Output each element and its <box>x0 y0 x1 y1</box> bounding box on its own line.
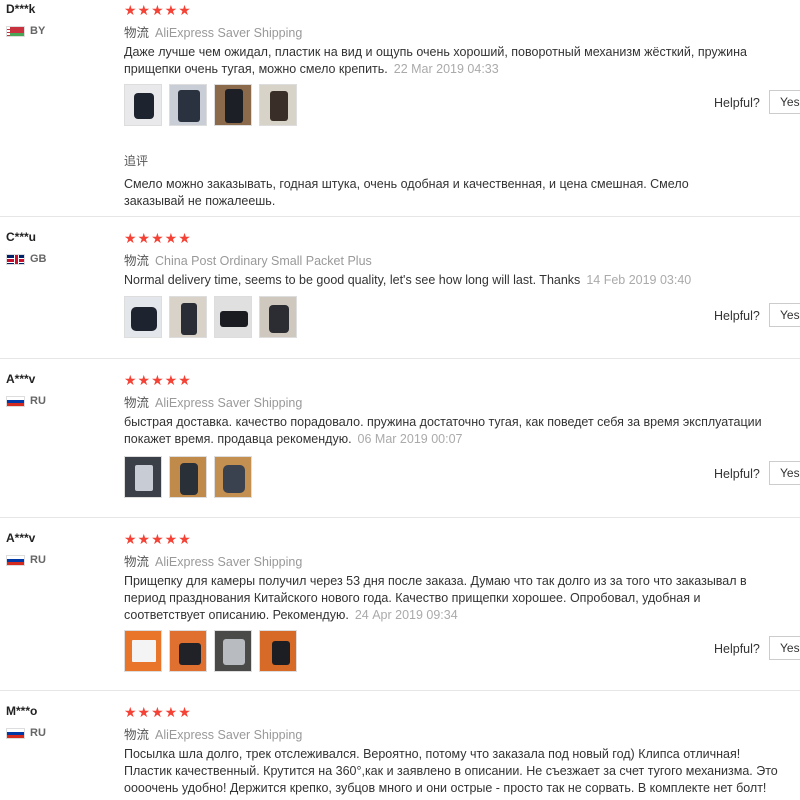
photo-thumbnails <box>124 84 297 126</box>
helpful-label: Helpful? <box>714 309 760 323</box>
helpful-label: Helpful? <box>714 96 760 110</box>
helpful-yes-button[interactable]: Yes <box>769 303 800 327</box>
review-date: 06 Mar 2019 00:07 <box>357 432 463 446</box>
shipping-info: 物流 AliExpress Saver Shipping <box>124 555 303 569</box>
review-text: Даже лучше чем ожидал, пластик на вид и … <box>124 45 748 76</box>
photo-thumbnail[interactable] <box>169 630 207 672</box>
rating-stars: ★★★★★ <box>124 704 192 720</box>
photo-thumbnail[interactable] <box>124 456 162 498</box>
photo-thumbnail[interactable] <box>259 630 297 672</box>
review-text: быстрая доставка. качество порадовало. п… <box>124 415 762 446</box>
photo-thumbnail[interactable] <box>169 296 207 338</box>
review-2: C***u GB ★★★★★ 物流 China Post Ordinary Sma… <box>0 217 800 358</box>
shipping-info: 物流 China Post Ordinary Small Packet Plus <box>124 254 372 268</box>
reviewer-name: M***o <box>6 704 38 718</box>
review-3: A***v RU ★★★★★ 物流 AliExpress Saver Shippi… <box>0 359 800 517</box>
flag-icon <box>6 395 25 407</box>
photo-thumbnails <box>124 630 297 672</box>
shipping-info: 物流 AliExpress Saver Shipping <box>124 728 303 742</box>
helpful-yes-button[interactable]: Yes <box>769 90 800 114</box>
photo-thumbnail[interactable] <box>259 84 297 126</box>
rating-stars: ★★★★★ <box>124 2 192 18</box>
photo-thumbnail[interactable] <box>169 84 207 126</box>
helpful-yes-button[interactable]: Yes <box>769 461 800 485</box>
photo-thumbnail[interactable] <box>124 630 162 672</box>
rating-stars: ★★★★★ <box>124 531 192 547</box>
shipping-info: 物流 AliExpress Saver Shipping <box>124 396 303 410</box>
reviewer-name: D***k <box>6 2 36 16</box>
photo-thumbnail[interactable] <box>124 296 162 338</box>
reviewer-country: RU <box>6 727 46 739</box>
review-5: M***o RU ★★★★★ 物流 AliExpress Saver Shippi… <box>0 691 800 800</box>
photo-thumbnail[interactable] <box>214 630 252 672</box>
photo-thumbnail[interactable] <box>169 456 207 498</box>
shipping-info: 物流 AliExpress Saver Shipping <box>124 26 303 40</box>
review-text: Normal delivery time, seems to be good q… <box>124 273 692 287</box>
rating-stars: ★★★★★ <box>124 372 192 388</box>
reviewer-country: RU <box>6 554 46 566</box>
reviewer-country: BY <box>6 25 45 37</box>
flag-icon <box>6 253 25 265</box>
helpful-label: Helpful? <box>714 642 760 656</box>
review-4: A***v RU ★★★★★ 物流 AliExpress Saver Shippi… <box>0 518 800 690</box>
photo-thumbnails <box>124 296 297 338</box>
review-1: D***k BY ★★★★★ 物流 AliExpress Saver Shippi… <box>0 0 800 216</box>
review-date: 24 Apr 2019 09:34 <box>354 608 458 622</box>
reviewer-name: A***v <box>6 372 36 386</box>
review-date: 22 Mar 2019 04:33 <box>393 62 499 76</box>
photo-thumbnail[interactable] <box>214 456 252 498</box>
photo-thumbnail[interactable] <box>214 84 252 126</box>
photo-thumbnail[interactable] <box>214 296 252 338</box>
reviewer-name: C***u <box>6 230 37 244</box>
helpful-yes-button[interactable]: Yes <box>769 636 800 660</box>
photo-thumbnail[interactable] <box>124 84 162 126</box>
reviewer-country: GB <box>6 253 47 265</box>
additional-review-text: Смело можно заказывать, годная штука, оч… <box>124 177 689 208</box>
review-text: Посылка шла долго, трек отслеживался. Ве… <box>124 747 778 795</box>
flag-icon <box>6 25 25 37</box>
review-text: Прищепку для камеры получил через 53 дня… <box>124 574 747 622</box>
flag-icon <box>6 554 25 566</box>
additional-review-label: 追评 <box>124 154 149 168</box>
reviewer-country: RU <box>6 395 46 407</box>
photo-thumbnail[interactable] <box>259 296 297 338</box>
helpful-label: Helpful? <box>714 467 760 481</box>
rating-stars: ★★★★★ <box>124 230 192 246</box>
flag-icon <box>6 727 25 739</box>
review-date: 14 Feb 2019 03:40 <box>586 273 692 287</box>
reviewer-name: A***v <box>6 531 36 545</box>
photo-thumbnails <box>124 456 252 498</box>
